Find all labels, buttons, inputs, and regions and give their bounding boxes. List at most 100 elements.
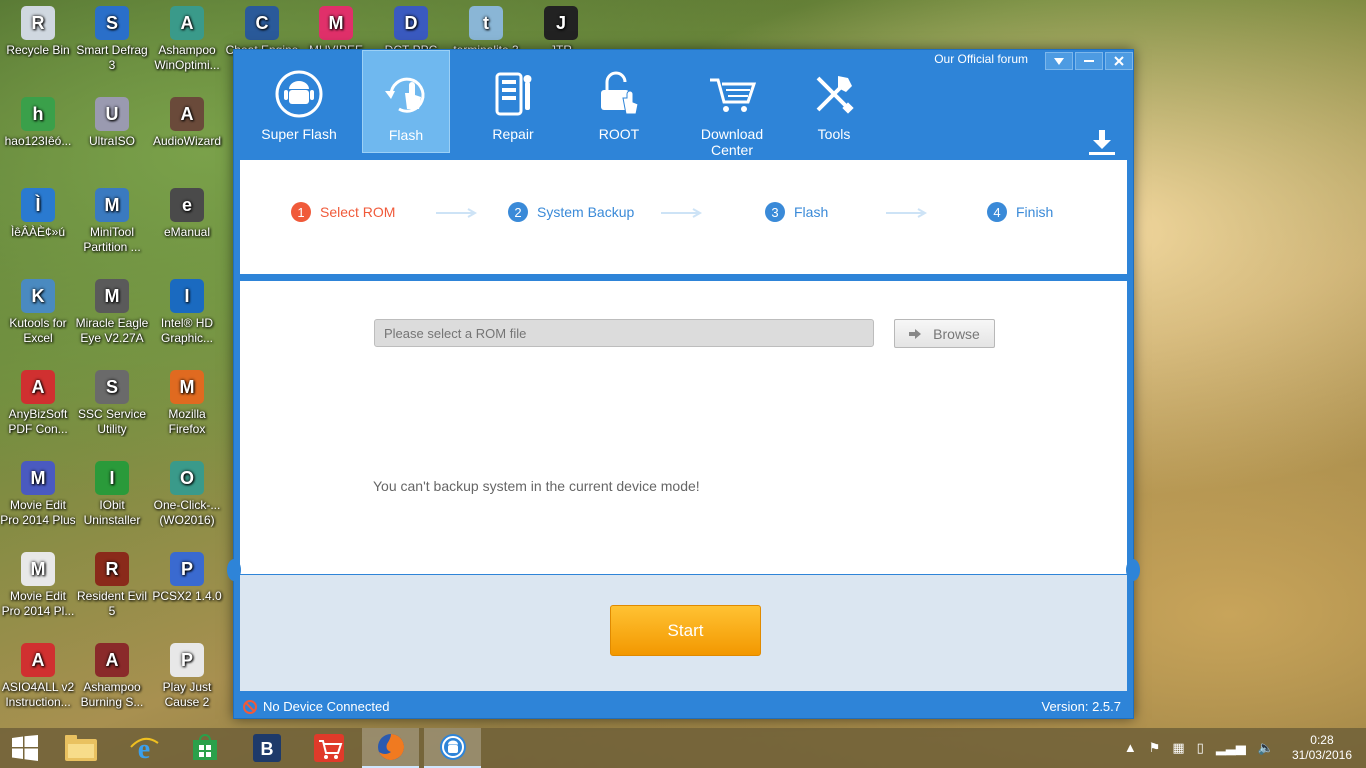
desktop-icon[interactable]: A Ashampoo WinOptimi... [149,6,225,73]
taskbar-firefox[interactable] [362,728,419,768]
taskbar-shop[interactable] [300,728,357,768]
tab-label: Flash [388,127,424,143]
desktop-icon[interactable]: R Recycle Bin [0,6,76,58]
desktop-icon[interactable]: M Mozilla Firefox [149,370,225,437]
desktop-icon[interactable]: P PCSX2 1.4.0 [149,552,225,604]
desktop-icon-label: Resident Evil 5 [76,589,148,618]
muvipee-icon: M [319,6,353,40]
rom-file-input[interactable] [374,319,874,347]
desktop-icon[interactable]: S SSC Service Utility [74,370,150,437]
desktop-icon[interactable]: I IObit Uninstaller [74,461,150,528]
step-finish: 4 Finish [987,202,1053,222]
arrow-right-icon [909,328,922,339]
app-icon: Ì [21,188,55,222]
desktop-icon-label: Recycle Bin [6,43,70,57]
desktop-icon[interactable]: R Resident Evil 5 [74,552,150,619]
step-flash: 3 Flash [765,202,828,222]
desktop-icon[interactable]: e eManual [149,188,225,240]
taskbar-file-explorer[interactable] [52,728,109,768]
desktop-icon-label: Ashampoo WinOptimi... [154,43,220,72]
desktop-icon[interactable]: A Ashampoo Burning S... [74,643,150,710]
minimize-icon [1084,60,1094,62]
tools-icon [816,76,854,114]
desktop-icon-label: Ashampoo Burning S... [80,680,144,709]
folder-icon [64,735,97,761]
tab-flash[interactable]: Flash [362,50,450,153]
chevron-up-icon[interactable]: ▲ [1124,740,1137,756]
desktop-icon[interactable]: h hao123Iêó... [0,97,76,149]
desktop-icon-label: MiniTool Partition ... [83,225,141,254]
desktop-icon-label: Play Just Cause 2 [162,680,212,709]
tab-super-flash[interactable]: Super Flash [255,50,343,153]
desktop-icon[interactable]: U UltraISO [74,97,150,149]
windows-icon [12,735,38,761]
flag-icon[interactable]: ⚑ [1149,740,1161,756]
desktop-icon[interactable]: P Play Just Cause 2 [149,643,225,710]
internet-explorer-icon: e [129,734,159,763]
taskbar-b-app[interactable]: B [238,728,295,768]
step-select-rom: 1 Select ROM [291,202,395,222]
taskbar-store[interactable] [176,728,233,768]
download-icon[interactable] [1087,128,1117,156]
official-forum-link[interactable]: Our Official forum [934,52,1028,66]
taskbar-internet-explorer[interactable]: e [115,728,172,768]
taskbar: e B ▲ ⚑ ▦ ▯ ▂▃▅ 🔈 0:28 31/03/2016 [0,728,1366,768]
clock[interactable]: 0:28 31/03/2016 [1292,733,1352,763]
audio-icon: A [170,97,204,131]
desktop-icon-label: AnyBizSoft PDF Con... [8,407,68,436]
app-window: Our Official forum Super Flash Flash Rep… [227,49,1140,719]
desktop-icon[interactable]: S Smart Defrag 3 [74,6,150,73]
desktop-icon[interactable]: A AudioWizard [149,97,225,149]
desktop-icon[interactable]: I Intel® HD Graphic... [149,279,225,346]
desktop-icon[interactable]: A AnyBizSoft PDF Con... [0,370,76,437]
movie-icon: M [21,461,55,495]
start-button[interactable]: Start [610,605,761,656]
tab-label: Download Center [700,126,764,158]
step-number: 4 [987,202,1007,222]
step-label: Select ROM [320,204,396,220]
desktop-icon[interactable]: M Movie Edit Pro 2014 Plus [0,461,76,528]
signal-icon[interactable]: ▂▃▅ [1216,740,1246,756]
start-menu-button[interactable] [0,728,50,768]
desktop-icon[interactable]: M MiniTool Partition ... [74,188,150,255]
desktop-icon-label: Miracle Eagle Eye V2.27A [75,316,149,345]
tab-tools[interactable]: Tools [790,50,878,153]
desktop-icon-label: eManual [163,225,211,239]
store-icon [192,734,217,760]
app-header: Our Official forum Super Flash Flash Rep… [234,50,1133,160]
dropdown-menu-button[interactable] [1045,52,1073,70]
close-button[interactable] [1105,52,1133,70]
chevron-down-icon [1054,57,1064,65]
asio-icon: A [21,643,55,677]
battery-icon[interactable]: ▯ [1197,740,1204,756]
firefox-icon [377,734,404,760]
desktop-icon[interactable]: Ì ÌêÂÀÈ¢»ú [0,188,76,240]
desktop-icon-label: ASIO4ALL v2 Instruction... [1,680,75,709]
browse-button[interactable]: Browse [894,319,995,348]
justcause-icon: P [170,643,204,677]
tab-download-center[interactable]: Download Center [682,50,782,158]
desktop-icon-label: IObit Uninstaller [83,498,141,527]
desktop-icon[interactable]: K Kutools for Excel [0,279,76,346]
desktop-icon[interactable]: A ASIO4ALL v2 Instruction... [0,643,76,710]
tab-label: Super Flash [261,126,337,142]
step-label: Finish [1016,204,1054,220]
desktop-icon[interactable]: O One-Click-... (WO2016) [149,461,225,528]
cheat-engine-icon: C [245,6,279,40]
emanual-icon: e [170,188,204,222]
desktop-icon-label: Movie Edit Pro 2014 Plus [0,498,76,527]
tab-repair[interactable]: Repair [469,50,557,153]
taskbar-flash-tool[interactable] [424,728,481,768]
volume-icon[interactable]: 🔈 [1258,740,1274,756]
desktop-icon[interactable]: M Miracle Eagle Eye V2.27A [74,279,150,346]
device-status-text: No Device Connected [263,699,390,714]
tab-root[interactable]: ROOT [575,50,663,153]
pcsx2-icon: P [170,552,204,586]
eagle-icon: M [95,279,129,313]
step-label: System Backup [537,204,635,220]
minimize-button[interactable] [1075,52,1103,70]
windows-update-icon[interactable]: ▦ [1172,740,1184,756]
desktop-icon-label: Kutools for Excel [9,316,67,345]
unlock-icon [601,71,639,115]
desktop-icon[interactable]: M Movie Edit Pro 2014 Pl... [0,552,76,619]
